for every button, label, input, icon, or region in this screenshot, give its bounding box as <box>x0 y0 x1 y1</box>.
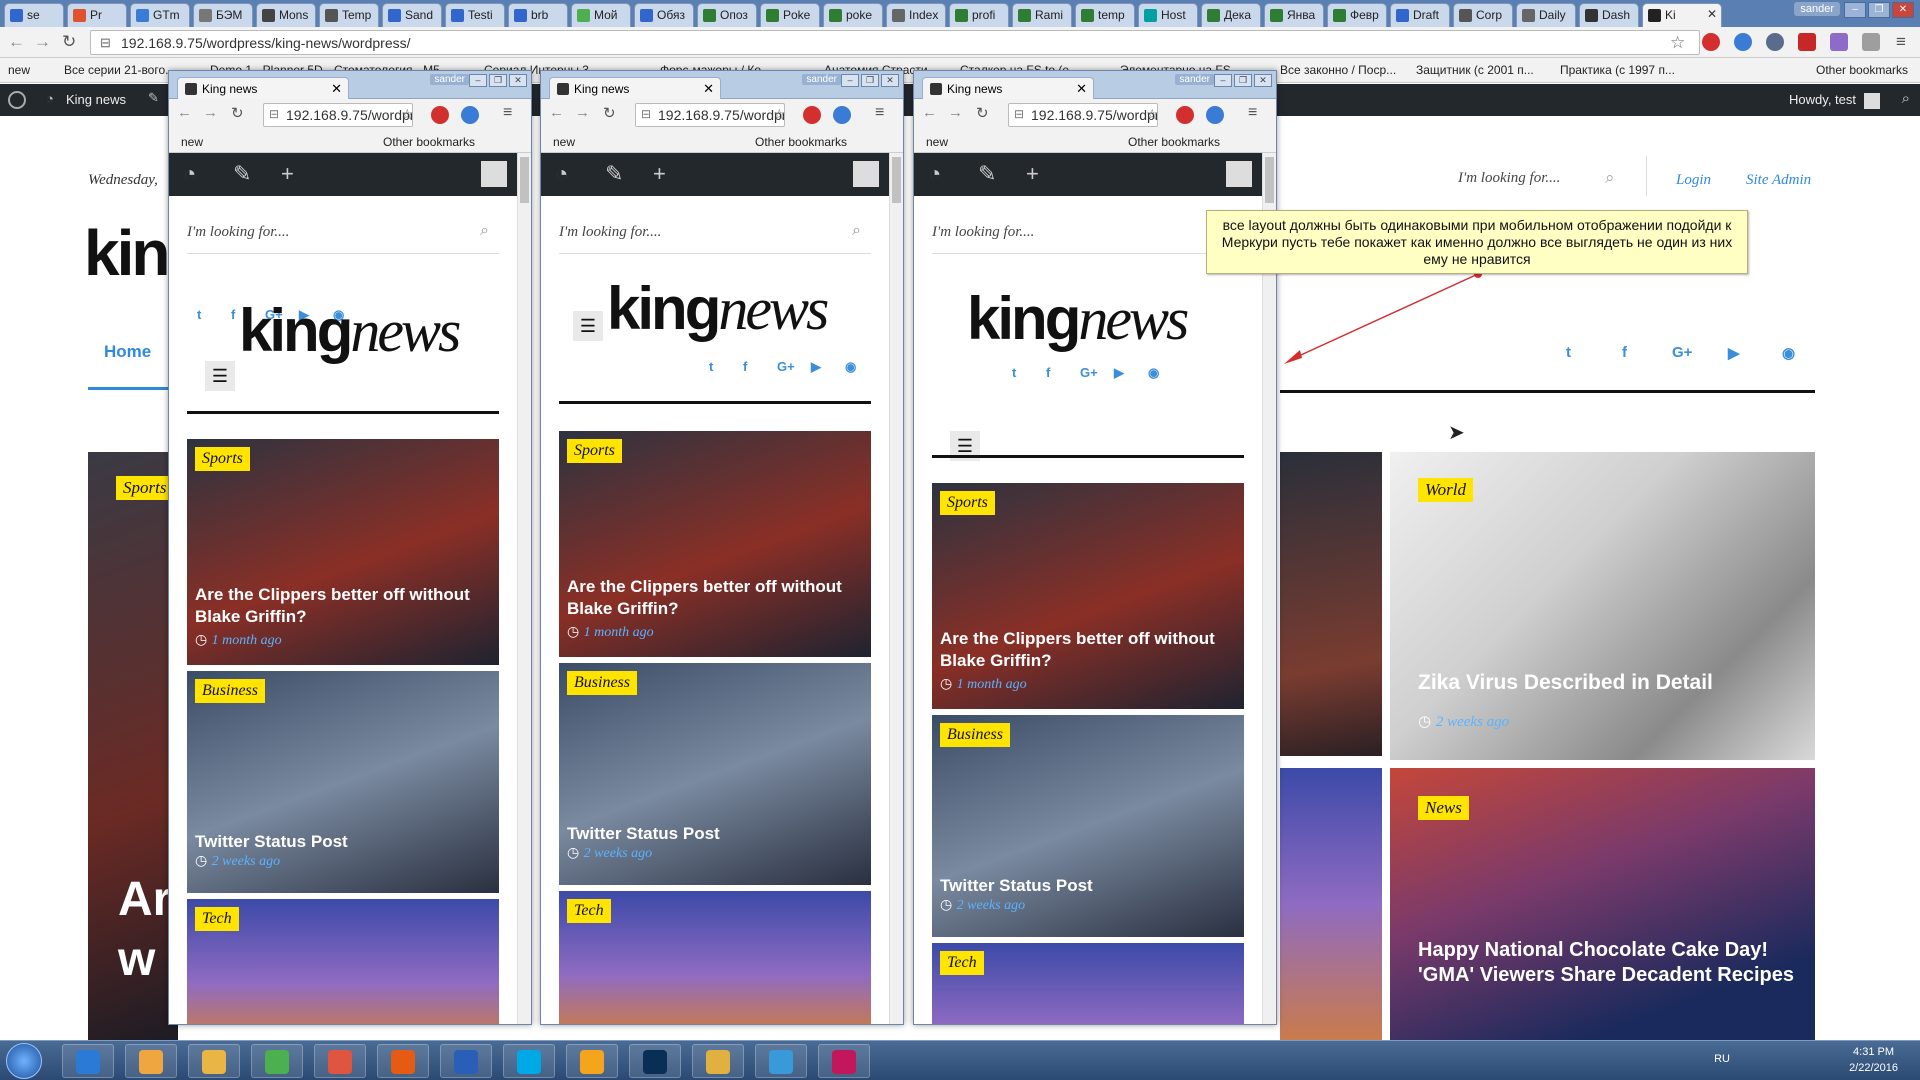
taskbar-app[interactable] <box>503 1044 555 1078</box>
annotation-arrow <box>1284 270 1482 364</box>
taskbar-app[interactable] <box>377 1044 429 1078</box>
mouse-cursor-icon: ➤ <box>1448 422 1465 444</box>
taskbar-app[interactable] <box>566 1044 618 1078</box>
taskbar-app[interactable] <box>818 1044 870 1078</box>
skype-icon <box>517 1050 541 1074</box>
sync-icon <box>265 1050 289 1074</box>
ie-icon <box>76 1050 100 1074</box>
taskbar-app[interactable] <box>188 1044 240 1078</box>
taskbar-app[interactable] <box>251 1044 303 1078</box>
taskbar-app[interactable] <box>692 1044 744 1078</box>
firefox-icon <box>391 1050 415 1074</box>
taskbar-app[interactable] <box>755 1044 807 1078</box>
window-controls: – ❐ ✕ <box>1844 2 1914 18</box>
app-icon <box>580 1050 604 1074</box>
taskbar-app[interactable] <box>629 1044 681 1078</box>
media-player-icon <box>202 1050 226 1074</box>
app-icon <box>769 1050 793 1074</box>
folder-icon <box>139 1050 163 1074</box>
language-indicator[interactable]: RU <box>1714 1053 1730 1065</box>
clock-time: 4:31 PM <box>1853 1046 1895 1058</box>
taskbar-app[interactable] <box>440 1044 492 1078</box>
taskbar-app[interactable] <box>125 1044 177 1078</box>
clock-date: 2/22/2016 <box>1849 1062 1898 1074</box>
minimize-button[interactable]: – <box>1844 2 1866 18</box>
clock[interactable]: 4:31 PM 2/22/2016 <box>1849 1044 1898 1076</box>
profile-badge[interactable]: sander <box>1794 2 1840 16</box>
chrome-icon <box>328 1050 352 1074</box>
taskbar-app[interactable] <box>62 1044 114 1078</box>
restore-button[interactable]: ❐ <box>1868 2 1890 18</box>
sticky-note[interactable]: все layout должны быть одинаковыми при м… <box>1206 210 1748 274</box>
save-icon <box>454 1050 478 1074</box>
app-icon <box>832 1050 856 1074</box>
photoshop-icon <box>643 1050 667 1074</box>
sublime-icon <box>706 1050 730 1074</box>
start-button[interactable] <box>6 1043 42 1079</box>
taskbar-app[interactable] <box>314 1044 366 1078</box>
close-button[interactable]: ✕ <box>1892 2 1914 18</box>
windows-taskbar: RU 4:31 PM 2/22/2016 <box>0 1040 1920 1080</box>
